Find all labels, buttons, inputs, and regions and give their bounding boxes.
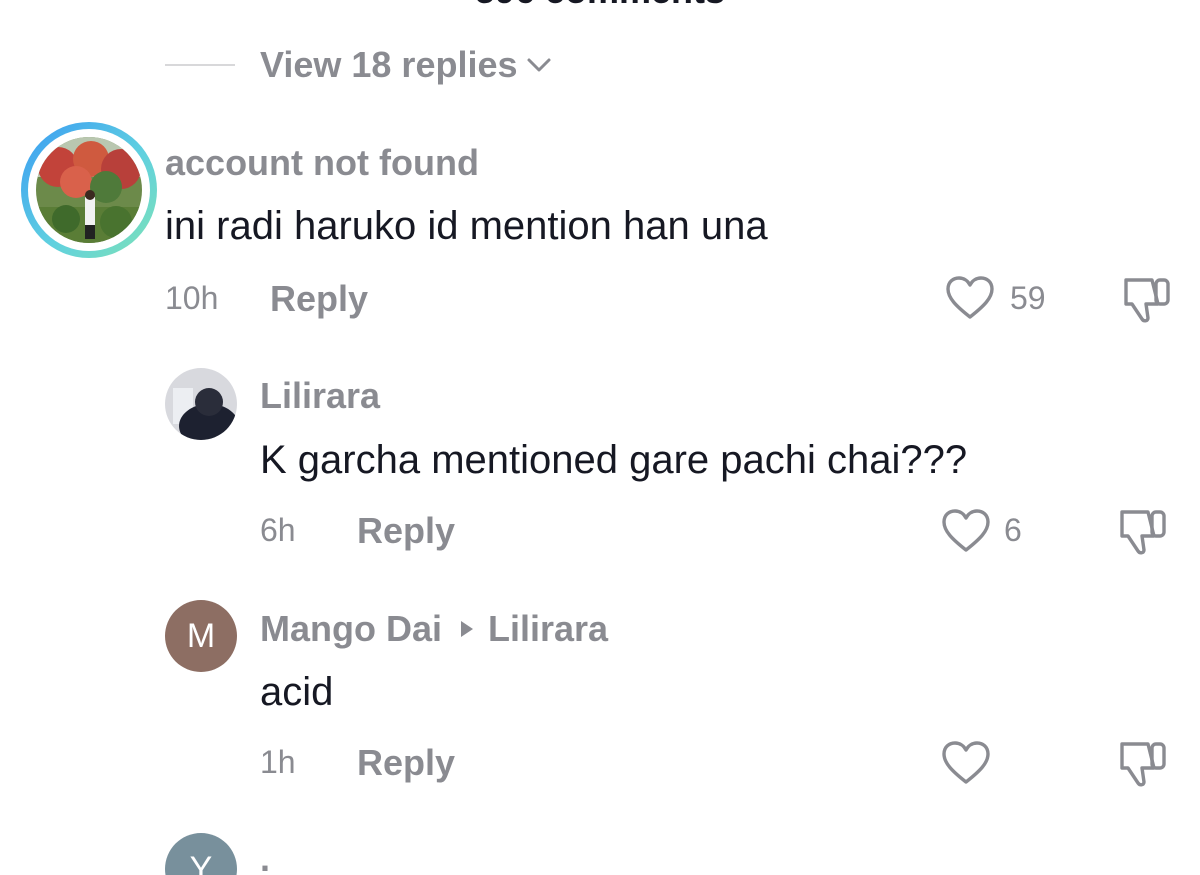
- thumbs-down-icon[interactable]: [1114, 506, 1170, 556]
- avatar-letter: M: [186, 616, 216, 655]
- heart-outline-icon[interactable]: [944, 275, 996, 321]
- comment-username[interactable]: .: [260, 838, 270, 875]
- view-replies-label: View 18 replies: [260, 44, 518, 85]
- comment-timestamp: 10h: [165, 280, 219, 316]
- avatar: [36, 137, 142, 243]
- comments-title: 596 comments: [0, 0, 1200, 12]
- avatar[interactable]: Y: [165, 833, 237, 875]
- reply-to-username[interactable]: Lilirara: [488, 608, 608, 650]
- avatar-story-ring[interactable]: [21, 122, 157, 258]
- thumbs-down-icon[interactable]: [1114, 738, 1170, 788]
- like-count: 59: [1010, 280, 1046, 316]
- avatar[interactable]: [165, 368, 237, 440]
- like-count: 6: [1004, 512, 1022, 548]
- comments-panel: 596 comments View 18 replies: [0, 0, 1200, 875]
- heart-outline-icon[interactable]: [940, 740, 992, 786]
- view-replies-button[interactable]: View 18 replies: [165, 42, 552, 88]
- chevron-down-icon: [527, 58, 551, 72]
- comment-username[interactable]: account not found: [165, 142, 479, 184]
- comment-username[interactable]: Lilirara: [260, 375, 380, 417]
- comment-text: acid: [260, 670, 334, 714]
- comment-username-row: Mango Dai Lilirara: [260, 608, 608, 650]
- reply-button[interactable]: Reply: [270, 278, 368, 320]
- comment-timestamp: 1h: [260, 744, 296, 780]
- comment-timestamp: 6h: [260, 512, 296, 548]
- avatar-letter: Y: [189, 849, 213, 875]
- reply-button[interactable]: Reply: [357, 510, 455, 552]
- comment-username[interactable]: Mango Dai: [260, 608, 442, 650]
- comment-text: K garcha mentioned gare pachi chai???: [260, 438, 968, 482]
- avatar[interactable]: M: [165, 600, 237, 672]
- thumbs-down-icon[interactable]: [1118, 274, 1174, 324]
- divider-line: [165, 64, 235, 66]
- comment-text: ini radi haruko id mention han una: [165, 204, 768, 248]
- heart-outline-icon[interactable]: [940, 508, 992, 554]
- reply-button[interactable]: Reply: [357, 742, 455, 784]
- triangle-right-icon: [461, 621, 474, 637]
